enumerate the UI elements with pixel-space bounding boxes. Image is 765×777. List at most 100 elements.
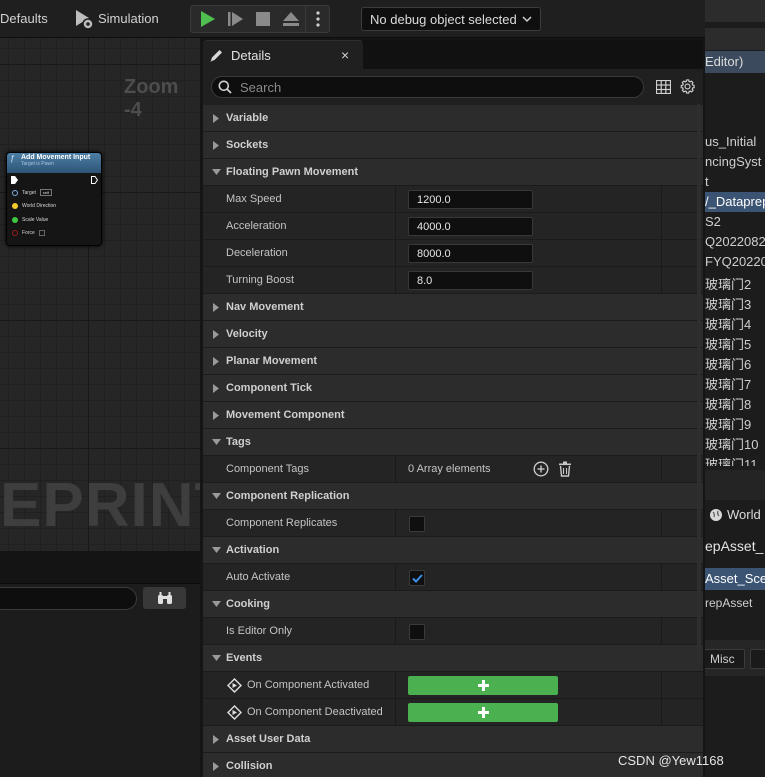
eject-button[interactable]: [278, 6, 304, 32]
gear-icon[interactable]: [679, 78, 696, 95]
class-defaults-button[interactable]: Defaults: [0, 11, 48, 26]
exec-in-pin[interactable]: [11, 176, 18, 184]
category-floating-pawn-movement[interactable]: Floating Pawn Movement: [203, 159, 703, 186]
max-speed-field[interactable]: 1200.0: [408, 190, 533, 209]
outliner-item[interactable]: 玻璃门8: [705, 392, 765, 412]
float-pin[interactable]: [12, 216, 18, 223]
outliner-item[interactable]: 玻璃门9: [705, 412, 765, 432]
column-divider: [661, 240, 662, 267]
globe-icon: [710, 508, 722, 521]
csdn-watermark: CSDN @Yew1168: [618, 753, 724, 768]
add-element-icon[interactable]: [533, 461, 549, 477]
column-divider[interactable]: [395, 186, 396, 213]
outliner-item[interactable]: 玻璃门7: [705, 372, 765, 392]
column-divider[interactable]: [395, 618, 396, 645]
stop-button[interactable]: [250, 6, 276, 32]
is-editor-only-checkbox[interactable]: [409, 624, 425, 640]
column-divider[interactable]: [395, 564, 396, 591]
category-tags[interactable]: Tags: [203, 429, 703, 456]
chevron-right-icon: [211, 302, 221, 312]
component-replicates-checkbox[interactable]: [409, 516, 425, 532]
outliner-item[interactable]: 玻璃门2: [705, 272, 765, 292]
column-divider[interactable]: [395, 213, 396, 240]
chevron-right-icon: [211, 356, 221, 366]
add-event-button[interactable]: [408, 703, 558, 722]
turning-boost-field[interactable]: 8.0: [408, 271, 533, 290]
details-scrollbar[interactable]: [697, 104, 701, 664]
acceleration-field[interactable]: 4000.0: [408, 217, 533, 236]
deceleration-field[interactable]: 8000.0: [408, 244, 533, 263]
more-options-button[interactable]: [305, 6, 329, 32]
outliner-item[interactable]: Q2022082: [705, 232, 765, 252]
add-movement-input-node[interactable]: ƒ Add Movement Input Target is Pawn Targ…: [6, 152, 102, 246]
category-variable[interactable]: Variable: [203, 105, 703, 132]
find-search-input[interactable]: [0, 587, 137, 610]
find-button[interactable]: [143, 587, 186, 609]
outliner-item[interactable]: FYQ202208: [705, 252, 765, 272]
category-component-replication[interactable]: Component Replication: [203, 483, 703, 510]
misc-filter-button[interactable]: Misc: [705, 649, 745, 669]
object-pin[interactable]: [12, 189, 18, 196]
category-component-tick[interactable]: Component Tick: [203, 375, 703, 402]
property-matrix-icon[interactable]: [656, 80, 671, 94]
asset-title: epAsset_: [705, 538, 764, 554]
column-divider[interactable]: [395, 456, 396, 483]
category-sockets[interactable]: Sockets: [203, 132, 703, 159]
chevron-right-icon: [211, 329, 221, 339]
category-velocity[interactable]: Velocity: [203, 321, 703, 348]
plus-icon: [477, 707, 489, 718]
category-events[interactable]: Events: [203, 645, 703, 672]
column-divider: [661, 213, 662, 240]
search-input[interactable]: [240, 79, 620, 95]
asset-selected-row[interactable]: Asset_Scen: [705, 568, 765, 590]
details-search-box[interactable]: [211, 76, 644, 98]
vector-pin[interactable]: [12, 203, 18, 210]
category-asset-user-data[interactable]: Asset User Data: [203, 726, 703, 753]
category-planar-movement[interactable]: Planar Movement: [203, 348, 703, 375]
force-checkbox[interactable]: [38, 230, 45, 237]
trash-icon[interactable]: [558, 461, 572, 477]
outliner-item[interactable]: ncingSyst: [705, 152, 765, 172]
property-label: Component Replicates: [226, 517, 338, 529]
outliner-editor-row[interactable]: Editor): [705, 51, 765, 73]
play-button[interactable]: [194, 6, 220, 32]
auto-activate-checkbox[interactable]: [409, 570, 425, 586]
category-nav-movement[interactable]: Nav Movement: [203, 294, 703, 321]
outliner-item[interactable]: 玻璃门4: [705, 312, 765, 332]
column-divider[interactable]: [395, 672, 396, 699]
event-graph-canvas[interactable]: Zoom -4 EPRINT ƒ Add Movement Input Targ…: [0, 38, 200, 551]
outliner-item[interactable]: us_Initial: [705, 132, 765, 152]
pin-scale-value[interactable]: Scale Value: [7, 213, 101, 227]
step-button[interactable]: [222, 6, 248, 32]
exec-out-pin[interactable]: [91, 176, 98, 184]
column-divider[interactable]: [395, 240, 396, 267]
outliner-top-bar: [705, 0, 765, 22]
column-divider[interactable]: [395, 699, 396, 726]
outliner-item[interactable]: S2: [705, 212, 765, 232]
column-divider[interactable]: [395, 510, 396, 537]
category-activation[interactable]: Activation: [203, 537, 703, 564]
add-event-button[interactable]: [408, 676, 558, 695]
world-row[interactable]: World: [709, 507, 761, 522]
outliner-item[interactable]: 玻璃门3: [705, 292, 765, 312]
simulation-button[interactable]: Simulation: [98, 11, 159, 26]
debug-object-select[interactable]: No debug object selected: [361, 7, 541, 31]
bool-pin[interactable]: [12, 230, 18, 237]
outliner-item[interactable]: 玻璃门11: [705, 452, 765, 466]
outliner-item[interactable]: t: [705, 172, 765, 192]
outliner-item-selected[interactable]: /_Dataprep: [705, 192, 765, 212]
pin-force[interactable]: Force: [7, 227, 101, 241]
outliner-item[interactable]: 玻璃门10: [705, 432, 765, 452]
filter-button[interactable]: [750, 649, 765, 669]
pin-target[interactable]: Target self: [7, 186, 101, 200]
column-divider: [661, 510, 662, 537]
category-cooking[interactable]: Cooking: [203, 591, 703, 618]
asset-label: repAsset: [705, 596, 753, 610]
outliner-item[interactable]: 玻璃门6: [705, 352, 765, 372]
outliner-item[interactable]: 玻璃门5: [705, 332, 765, 352]
close-icon[interactable]: ×: [341, 47, 349, 63]
tab-details[interactable]: Details ×: [203, 40, 363, 69]
pin-world-direction[interactable]: World Direction: [7, 200, 101, 214]
column-divider[interactable]: [395, 267, 396, 294]
category-movement-component[interactable]: Movement Component: [203, 402, 703, 429]
